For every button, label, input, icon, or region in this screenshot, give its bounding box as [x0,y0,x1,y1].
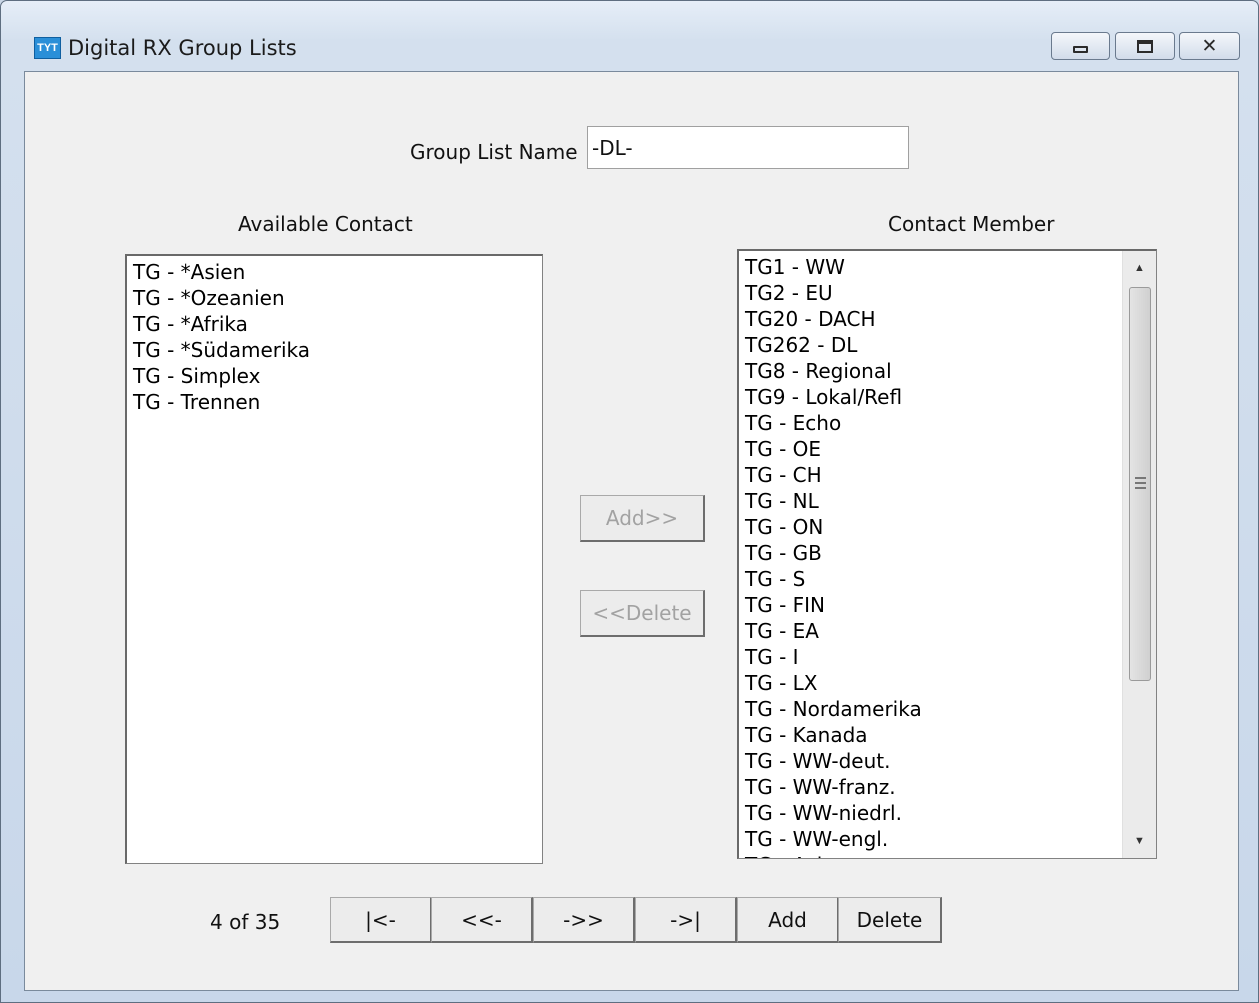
delete-from-members-button[interactable]: <<Delete [580,590,705,637]
list-item[interactable]: TG - WW-deut. [745,748,922,774]
group-list-name-input[interactable] [587,126,909,169]
list-item[interactable]: TG262 - DL [745,332,922,358]
add-record-button[interactable]: Add [737,897,839,943]
list-item[interactable]: TG - *Afrika [133,311,310,337]
list-item[interactable]: TG - Simplex [133,363,310,389]
list-item[interactable]: TG - OE [745,436,922,462]
maximize-icon [1137,39,1153,53]
app-icon: TYT [34,37,61,59]
next-record-button[interactable]: ->> [533,897,635,943]
list-item[interactable]: TG - *Ozeanien [133,285,310,311]
member-list-scrollbar[interactable]: ▲ ▼ [1122,251,1156,858]
contact-member-items: TG1 - WW TG2 - EU TG20 - DACH TG262 - DL TG8… [745,254,922,858]
close-button[interactable]: ✕ [1179,32,1240,60]
group-list-name-label: Group List Name [410,140,578,164]
maximize-button[interactable] [1115,32,1175,60]
contact-member-label: Contact Member [888,212,1055,236]
list-item[interactable]: TG - Kanada [745,722,922,748]
list-item[interactable]: TG - *Südamerika [133,337,310,363]
list-item[interactable]: TG - Asien [745,852,922,858]
dialog-body: Group List Name Available Contact Contac… [24,71,1239,991]
app-window: TYT Digital RX Group Lists ✕ Group List … [0,0,1259,1003]
list-item[interactable]: TG - NL [745,488,922,514]
title-bar[interactable]: TYT Digital RX Group Lists ✕ [1,1,1258,71]
list-item[interactable]: TG1 - WW [745,254,922,280]
first-record-button[interactable]: |<- [330,897,432,943]
list-item[interactable]: TG - GB [745,540,922,566]
list-item[interactable]: TG - WW-niedrl. [745,800,922,826]
list-item[interactable]: TG - CH [745,462,922,488]
window-title: Digital RX Group Lists [68,36,297,60]
list-item[interactable]: TG - S [745,566,922,592]
record-counter: 4 of 35 [210,910,281,934]
list-item[interactable]: TG - EA [745,618,922,644]
available-contact-list[interactable]: TG - *Asien TG - *Ozeanien TG - *Afrika TG … [125,254,543,864]
minimize-icon [1073,46,1088,53]
list-item[interactable]: TG8 - Regional [745,358,922,384]
close-icon: ✕ [1201,34,1218,57]
scroll-down-arrow-icon[interactable]: ▼ [1123,824,1156,858]
list-item[interactable]: TG - Echo [745,410,922,436]
list-item[interactable]: TG - I [745,644,922,670]
list-item[interactable]: TG2 - EU [745,280,922,306]
list-item[interactable]: TG9 - Lokal/Refl [745,384,922,410]
minimize-button[interactable] [1051,32,1110,60]
add-to-members-button[interactable]: Add>> [580,495,705,542]
list-item[interactable]: TG - Trennen [133,389,310,415]
last-record-button[interactable]: ->| [635,897,737,943]
list-item[interactable]: TG20 - DACH [745,306,922,332]
available-contact-items: TG - *Asien TG - *Ozeanien TG - *Afrika TG … [133,259,310,415]
scrollbar-grip-icon [1135,477,1146,489]
scrollbar-thumb[interactable] [1129,287,1151,681]
contact-member-list[interactable]: TG1 - WW TG2 - EU TG20 - DACH TG262 - DL TG8… [737,249,1157,859]
scroll-up-arrow-icon[interactable]: ▲ [1123,251,1156,285]
list-item[interactable]: TG - FIN [745,592,922,618]
previous-record-button[interactable]: <<- [431,897,533,943]
available-contact-label: Available Contact [238,212,413,236]
delete-record-button[interactable]: Delete [838,897,942,943]
list-item[interactable]: TG - WW-franz. [745,774,922,800]
list-item[interactable]: TG - ON [745,514,922,540]
list-item[interactable]: TG - LX [745,670,922,696]
list-item[interactable]: TG - WW-engl. [745,826,922,852]
list-item[interactable]: TG - Nordamerika [745,696,922,722]
list-item[interactable]: TG - *Asien [133,259,310,285]
